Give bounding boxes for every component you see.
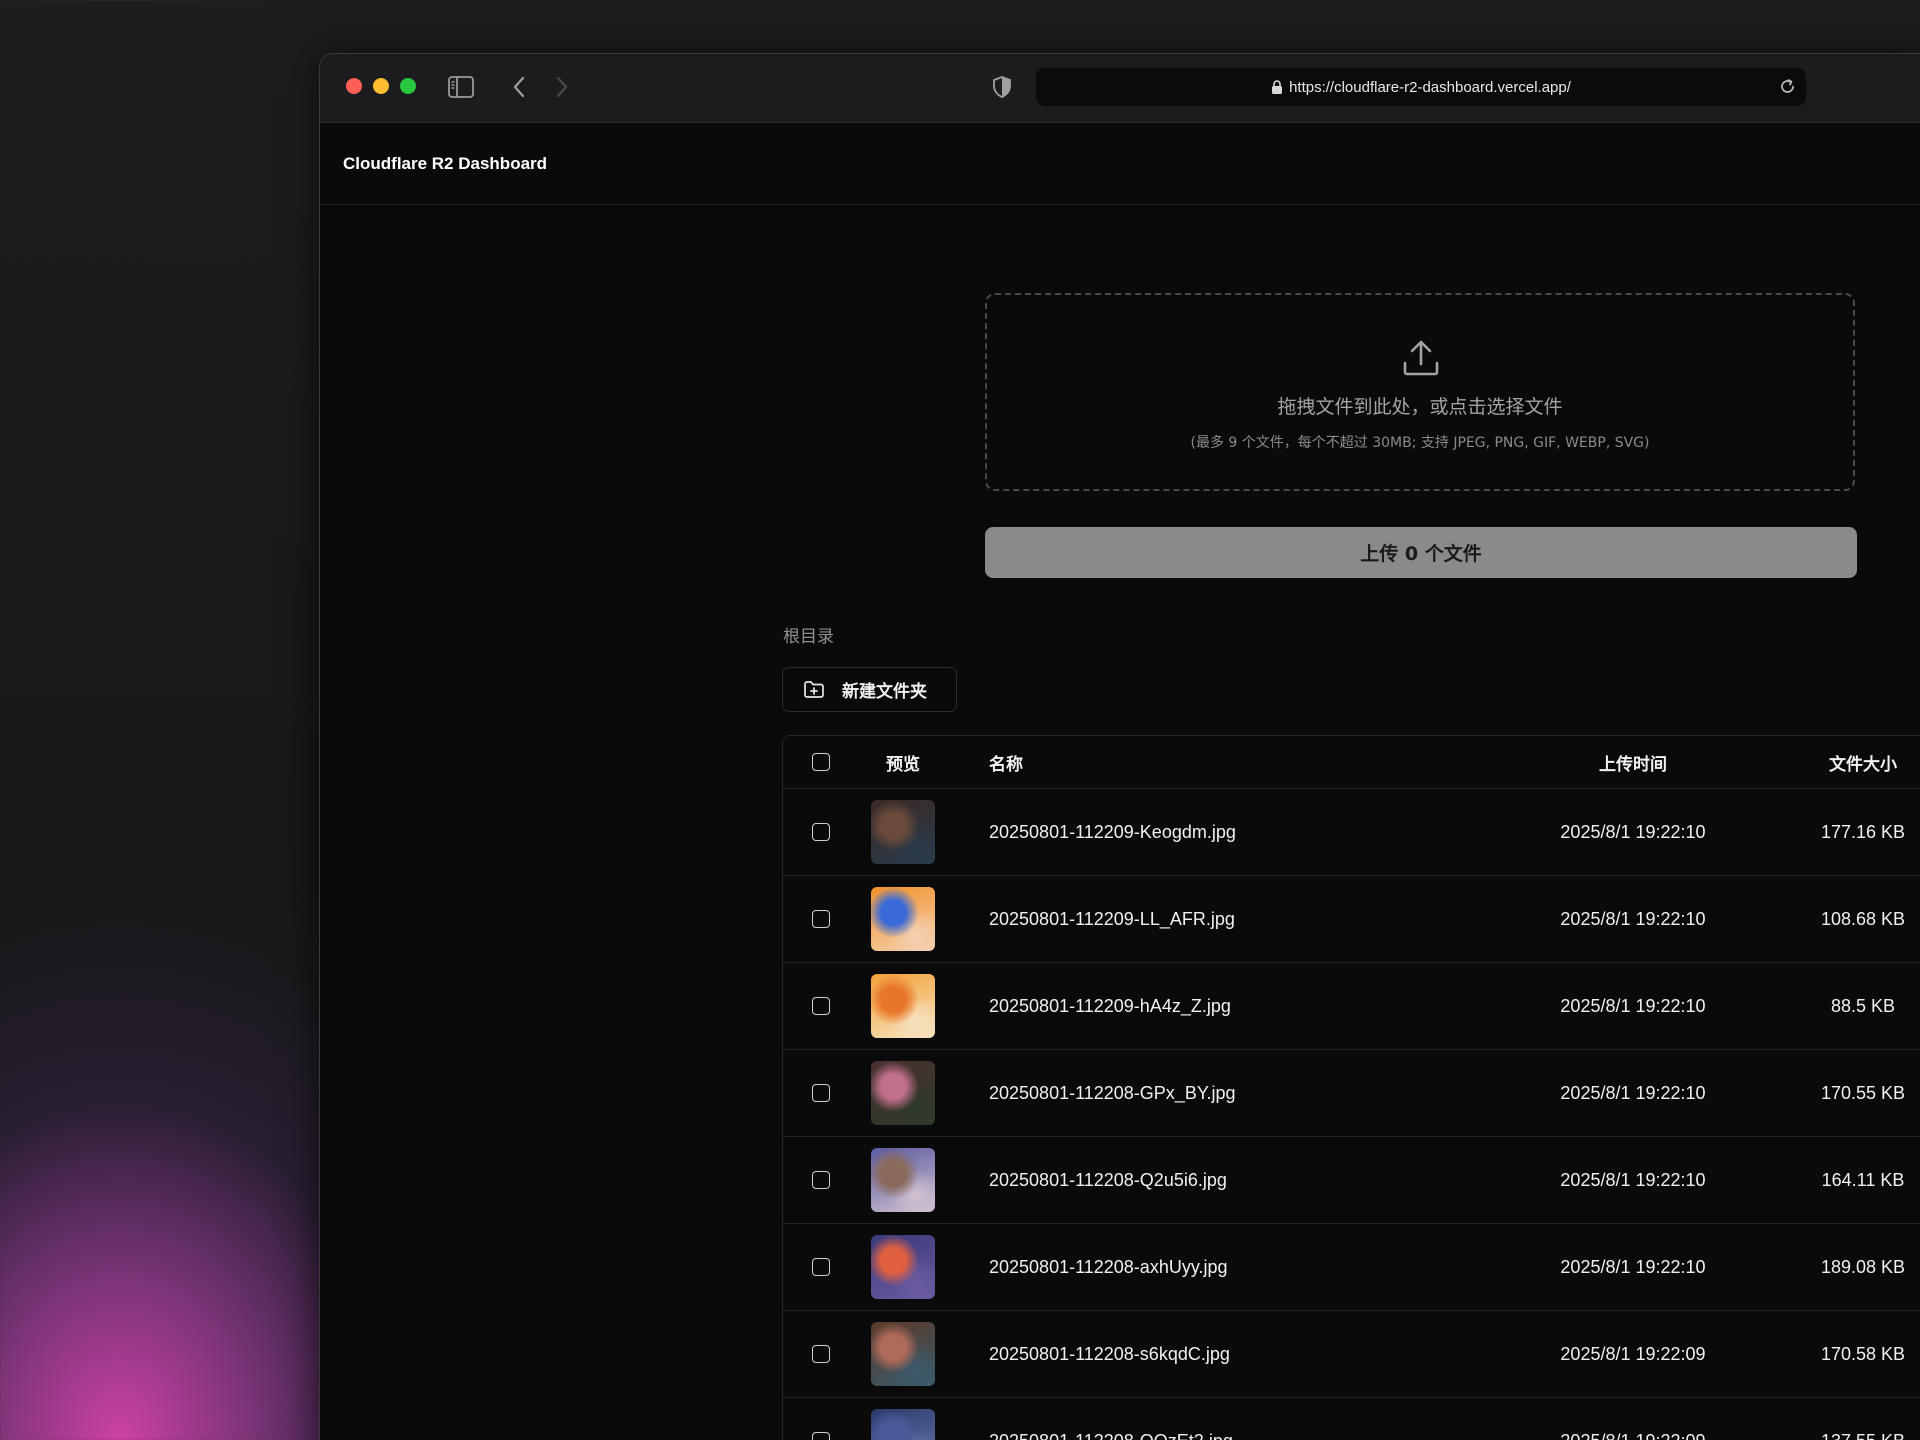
forward-icon[interactable] xyxy=(549,74,575,100)
file-name[interactable]: 20250801-112208-Q2u5i6.jpg xyxy=(989,1137,1469,1223)
file-thumbnail[interactable] xyxy=(871,1409,935,1440)
upload-time: 2025/8/1 19:22:10 xyxy=(1560,1169,1706,1190)
address-bar[interactable]: https://cloudflare-r2-dashboard.vercel.a… xyxy=(1036,68,1806,106)
file-table: 预览 名称 上传时间 文件大小 20250801-112209-Keogdm.j… xyxy=(782,735,1920,1440)
browser-titlebar: https://cloudflare-r2-dashboard.vercel.a… xyxy=(320,54,1920,123)
file-size: 177.16 KB xyxy=(1820,821,1906,842)
file-thumbnail[interactable] xyxy=(871,1148,935,1212)
upload-time: 2025/8/1 19:22:10 xyxy=(1560,1256,1706,1277)
file-thumbnail[interactable] xyxy=(871,1235,935,1299)
app-header: Cloudflare R2 Dashboard xyxy=(320,123,1920,205)
row-checkbox[interactable] xyxy=(811,910,830,928)
url-text: https://cloudflare-r2-dashboard.vercel.a… xyxy=(1289,78,1571,96)
upload-time: 2025/8/1 19:22:10 xyxy=(1560,995,1706,1016)
file-thumbnail[interactable] xyxy=(871,974,935,1038)
upload-time: 2025/8/1 19:22:09 xyxy=(1473,1398,1793,1440)
minimize-window-button[interactable] xyxy=(373,78,389,94)
file-size: 88.5 KB xyxy=(1830,995,1896,1016)
file-name[interactable]: 20250801-112208-GPx_BY.jpg xyxy=(989,1050,1469,1136)
file-name[interactable]: 20250801-112209-Keogdm.jpg xyxy=(989,789,1469,875)
file-name[interactable]: 20250801-112208-axhUyy.jpg xyxy=(989,1224,1469,1310)
file-size: 137.55 KB xyxy=(1793,1398,1920,1440)
file-size: 164.11 KB xyxy=(1821,1169,1905,1190)
file-size: 170.55 KB xyxy=(1820,1082,1906,1103)
table-row[interactable]: 20250801-112208-s6kqdC.jpg 2025/8/1 19:22… xyxy=(783,1310,1920,1397)
lock-icon xyxy=(1271,79,1283,95)
table-row[interactable]: 20250801-112208-GPx_BY.jpg 2025/8/1 19:22… xyxy=(783,1049,1920,1136)
reload-icon[interactable] xyxy=(1779,78,1796,99)
table-row[interactable]: 20250801-112209-LL_AFR.jpg 2025/8/1 19:22… xyxy=(783,875,1920,962)
upload-icon xyxy=(1402,339,1440,381)
file-thumbnail[interactable] xyxy=(871,1061,935,1125)
file-thumbnail[interactable] xyxy=(871,887,935,951)
dropzone-hint: (最多 9 个文件，每个不超过 30MB; 支持 JPEG, PNG, GIF,… xyxy=(1190,435,1650,451)
sidebar-toggle-icon[interactable] xyxy=(448,74,474,100)
table-header-row: 预览 名称 上传时间 文件大小 xyxy=(783,736,1920,788)
row-checkbox[interactable] xyxy=(811,1258,830,1276)
file-name[interactable]: 20250801-112208-s6kqdC.jpg xyxy=(989,1311,1469,1397)
new-folder-button[interactable]: 新建文件夹 xyxy=(782,667,957,712)
browser-window: https://cloudflare-r2-dashboard.vercel.a… xyxy=(319,53,1920,1440)
table-row[interactable]: 20250801-112208-axhUyy.jpg 2025/8/1 19:22… xyxy=(783,1223,1920,1310)
file-name[interactable]: 20250801-112208-OOzEt2.jpg xyxy=(989,1398,1469,1440)
folder-plus-icon xyxy=(803,680,825,699)
header-uploaded[interactable]: 上传时间 xyxy=(1473,736,1793,788)
file-thumbnail[interactable] xyxy=(871,800,935,864)
row-checkbox[interactable] xyxy=(811,1345,830,1363)
upload-time: 2025/8/1 19:22:10 xyxy=(1560,821,1706,842)
upload-time: 2025/8/1 19:22:09 xyxy=(1560,1343,1706,1364)
file-size: 189.08 KB xyxy=(1820,1256,1906,1277)
file-size: 108.68 KB xyxy=(1820,908,1906,929)
row-checkbox[interactable] xyxy=(811,997,830,1015)
file-size: 170.58 KB xyxy=(1820,1343,1906,1364)
file-name[interactable]: 20250801-112209-hA4z_Z.jpg xyxy=(989,963,1469,1049)
row-checkbox[interactable] xyxy=(811,823,830,841)
back-icon[interactable] xyxy=(506,74,532,100)
row-checkbox[interactable] xyxy=(811,1432,830,1440)
table-row[interactable]: 20250801-112209-Keogdm.jpg 2025/8/1 19:22… xyxy=(783,788,1920,875)
close-window-button[interactable] xyxy=(346,78,362,94)
table-row[interactable]: 20250801-112208-OOzEt2.jpg2025/8/1 19:22… xyxy=(783,1397,1920,1440)
table-row[interactable]: 20250801-112208-Q2u5i6.jpg 2025/8/1 19:22… xyxy=(783,1136,1920,1223)
upload-button[interactable]: 上传 0 个文件 xyxy=(985,527,1857,578)
row-checkbox[interactable] xyxy=(811,1084,830,1102)
upload-time: 2025/8/1 19:22:10 xyxy=(1560,908,1706,929)
select-all-checkbox[interactable] xyxy=(811,753,830,771)
upload-time: 2025/8/1 19:22:10 xyxy=(1560,1082,1706,1103)
header-preview: 预览 xyxy=(886,754,920,775)
row-checkbox[interactable] xyxy=(811,1171,830,1189)
file-name[interactable]: 20250801-112209-LL_AFR.jpg xyxy=(989,876,1469,962)
table-row[interactable]: 20250801-112209-hA4z_Z.jpg 2025/8/1 19:22… xyxy=(783,962,1920,1049)
header-name[interactable]: 名称 xyxy=(989,736,1469,788)
maximize-window-button[interactable] xyxy=(400,78,416,94)
app-title: Cloudflare R2 Dashboard xyxy=(343,154,548,173)
file-dropzone[interactable]: 拖拽文件到此处，或点击选择文件 (最多 9 个文件，每个不超过 30MB; 支持… xyxy=(985,293,1855,491)
privacy-shield-icon[interactable] xyxy=(989,74,1015,100)
breadcrumb-root[interactable]: 根目录 xyxy=(783,622,834,647)
header-size[interactable]: 文件大小 xyxy=(1793,736,1920,788)
new-folder-label: 新建文件夹 xyxy=(842,682,927,702)
dropzone-instructions: 拖拽文件到此处，或点击选择文件 xyxy=(1277,396,1563,418)
file-thumbnail[interactable] xyxy=(871,1322,935,1386)
